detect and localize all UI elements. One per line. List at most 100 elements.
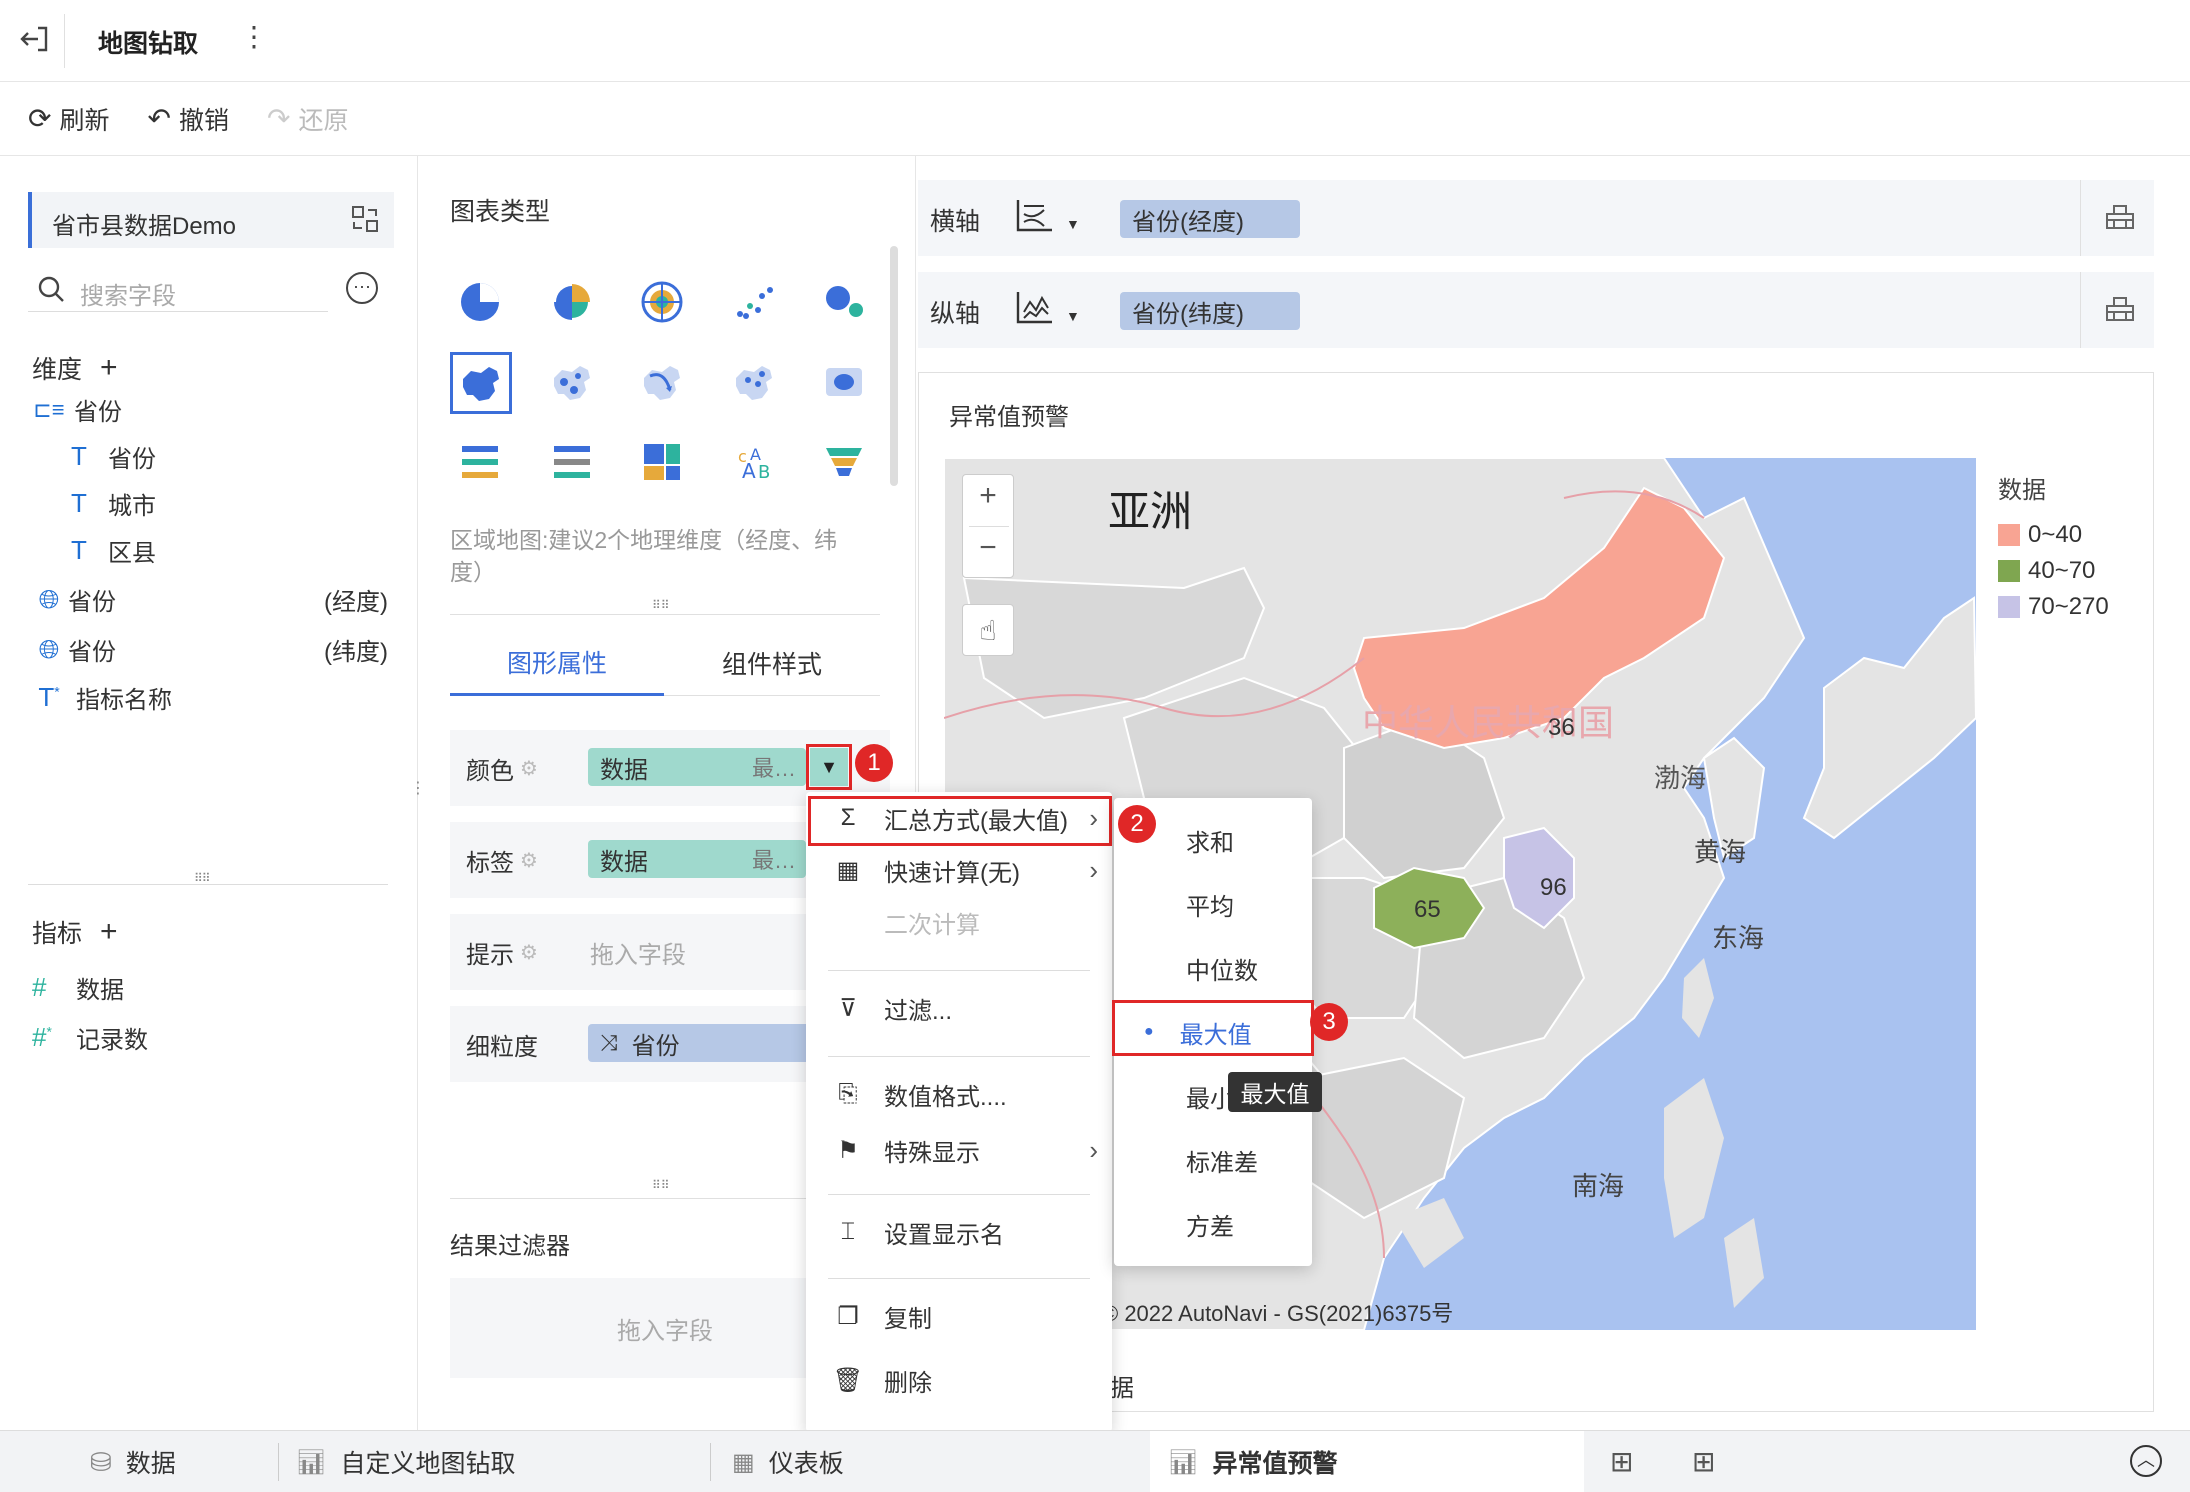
settings-icon[interactable]: ⚙ — [520, 940, 538, 965]
color-field-pill[interactable]: 数据 最… — [588, 748, 806, 786]
number-type-icon: # — [32, 972, 47, 1002]
zoom-controls: + − — [962, 474, 1014, 578]
field-item[interactable]: ⊏≡ 省份 — [32, 392, 122, 427]
zoom-out-button[interactable]: − — [963, 531, 1013, 565]
chevron-right-icon: › — [1089, 854, 1098, 885]
granularity-field-pill[interactable]: ⤨ 省份 — [588, 1024, 814, 1062]
caret-down-icon[interactable]: ▼ — [1066, 216, 1080, 232]
more-options-icon[interactable]: ⋮ — [240, 20, 268, 53]
text-star-icon: T* — [38, 682, 60, 712]
radar-chart-icon[interactable] — [632, 272, 692, 332]
heat-map-icon[interactable] — [814, 352, 874, 412]
switch-dataset-icon[interactable] — [350, 204, 380, 239]
drag-handle-icon[interactable]: ⠿⠿ — [652, 598, 670, 612]
shuffle-icon: ⤨ — [600, 1030, 618, 1055]
menu-item-quick-calc[interactable]: ▦ 快速计算(无) › — [806, 844, 1112, 896]
scatter-map-icon[interactable] — [724, 352, 784, 412]
legend-item[interactable]: 0~40 — [1998, 517, 2138, 553]
field-options-icon[interactable]: ··· — [346, 272, 378, 304]
map-label-south-sea: 南海 — [1572, 1171, 1625, 1201]
x-axis-type-icon[interactable] — [1014, 196, 1058, 241]
field-item[interactable]: T 城市 — [62, 486, 156, 521]
tab-anomaly-alert[interactable]: 📊︎ 异常值预警 — [1150, 1431, 1584, 1492]
redo-button[interactable]: ↷ 还原 — [267, 101, 348, 137]
step-badge: 1 — [855, 744, 893, 782]
agg-option[interactable]: 中位数 — [1114, 942, 1312, 994]
chevron-right-icon: › — [1089, 1134, 1098, 1165]
label-field-pill[interactable]: 数据 最… — [588, 840, 806, 878]
dataset-name: 省市县数据Demo — [52, 213, 237, 240]
scrollbar[interactable] — [890, 246, 898, 486]
map-value-label: 36 — [1548, 714, 1575, 741]
region-map-icon[interactable] — [450, 352, 512, 414]
exit-icon[interactable] — [18, 22, 52, 56]
undo-button[interactable]: ↶ 撤销 — [147, 101, 228, 137]
bubble-chart-icon[interactable] — [814, 272, 874, 332]
treemap-icon[interactable] — [632, 432, 692, 492]
agg-option[interactable]: 标准差 — [1114, 1134, 1312, 1186]
agg-option[interactable]: 平均 — [1114, 878, 1312, 930]
point-map-icon[interactable] — [542, 352, 602, 412]
axis-settings-icon[interactable] — [2104, 294, 2136, 329]
pan-tool-button[interactable]: ☝ — [962, 604, 1014, 656]
add-dimension-icon[interactable]: + — [100, 351, 118, 385]
flow-map-icon[interactable] — [632, 352, 692, 412]
pie-chart-icon[interactable] — [450, 272, 510, 332]
collapse-icon[interactable]: ︿ — [2130, 1445, 2162, 1477]
globe-icon: 🌐︎ — [38, 583, 60, 614]
refresh-button[interactable]: ⟳ 刷新 — [28, 101, 109, 137]
field-item[interactable]: T 区县 — [62, 533, 156, 568]
field-item[interactable]: # 数据 — [32, 970, 124, 1005]
settings-icon[interactable]: ⚙ — [520, 756, 538, 781]
y-axis-type-icon[interactable] — [1014, 288, 1058, 333]
map-label-yellow-sea: 黄海 — [1694, 837, 1747, 867]
field-item[interactable]: 🌐︎ 省份 (经度) — [32, 582, 388, 617]
flag-icon: ⚑ — [837, 1136, 859, 1164]
legend-item[interactable]: 70~270 — [1998, 589, 2138, 625]
menu-item-number-format[interactable]: ⎘ 数值格式.... — [806, 1068, 1112, 1120]
divider — [450, 614, 880, 615]
rose-chart-icon[interactable] — [542, 272, 602, 332]
legend-item[interactable]: 40~70 — [1998, 553, 2138, 589]
tab-dashboard[interactable]: ▦ 仪表板 — [732, 1431, 844, 1492]
tab-data[interactable]: ⛁ 数据 — [90, 1431, 176, 1492]
axis-settings-icon[interactable] — [2104, 202, 2136, 237]
add-dashboard-icon[interactable]: ⊞ — [1692, 1445, 1715, 1478]
word-cloud-icon[interactable]: cAAB — [724, 432, 784, 492]
menu-item-delete[interactable]: 🗑︎ 删除 — [806, 1354, 1112, 1406]
chart-type-hint: 区域地图:建议2个地理维度（经度、纬度） — [450, 527, 838, 585]
menu-item-special-display[interactable]: ⚑ 特殊显示 › — [806, 1124, 1112, 1176]
tab-graph-props[interactable]: 图形属性 — [450, 630, 664, 696]
drag-handle-icon[interactable]: ⠿⠿ — [652, 1178, 670, 1192]
agg-option[interactable]: 方差 — [1114, 1198, 1312, 1250]
field-item[interactable]: T* 指标名称 — [32, 680, 172, 715]
search-input[interactable]: 搜索字段 — [80, 276, 176, 311]
x-axis-field-pill[interactable]: 省份(经度) — [1120, 200, 1300, 238]
menu-item-copy[interactable]: ❐ 复制 — [806, 1290, 1112, 1342]
y-axis-field-pill[interactable]: 省份(纬度) — [1120, 292, 1300, 330]
settings-icon[interactable]: ⚙ — [520, 848, 538, 873]
legend-swatch — [1998, 524, 2020, 546]
tab-custom-map-drill[interactable]: 📊︎ 自定义地图钻取 — [296, 1431, 515, 1492]
zoom-in-button[interactable]: + — [963, 479, 1013, 513]
menu-item-filter[interactable]: ⊽ 过滤... — [806, 982, 1112, 1034]
add-measure-icon[interactable]: + — [100, 915, 118, 949]
dashboard-icon: ▦ — [732, 1448, 755, 1476]
field-search: 搜索字段 — [28, 268, 328, 312]
drag-handle-icon[interactable]: ⠿⠿ — [194, 871, 211, 885]
detail-list-icon[interactable] — [542, 432, 602, 492]
caret-down-icon[interactable]: ▼ — [1066, 308, 1080, 324]
funnel-chart-icon[interactable] — [814, 432, 874, 492]
add-chart-icon[interactable]: ⊞ — [1610, 1445, 1633, 1478]
tab-component-style[interactable]: 组件样式 — [664, 630, 880, 696]
field-item[interactable]: #* 记录数 — [32, 1020, 148, 1055]
scatter-chart-icon[interactable] — [724, 272, 784, 332]
menu-item-rename[interactable]: ⌶ 设置显示名 — [806, 1206, 1112, 1258]
tooltip-drop-zone[interactable]: 拖入字段 — [590, 935, 686, 970]
dataset-selector[interactable]: 省市县数据Demo — [28, 192, 394, 248]
measure-header: 指标 + — [32, 915, 118, 949]
ranking-list-icon[interactable] — [450, 432, 510, 492]
field-item[interactable]: 🌐︎ 省份 (纬度) — [32, 632, 388, 667]
map-copyright: © 2022 AutoNavi - GS(2021)6375号 — [1102, 1301, 1454, 1326]
field-item[interactable]: T 省份 — [62, 439, 156, 474]
